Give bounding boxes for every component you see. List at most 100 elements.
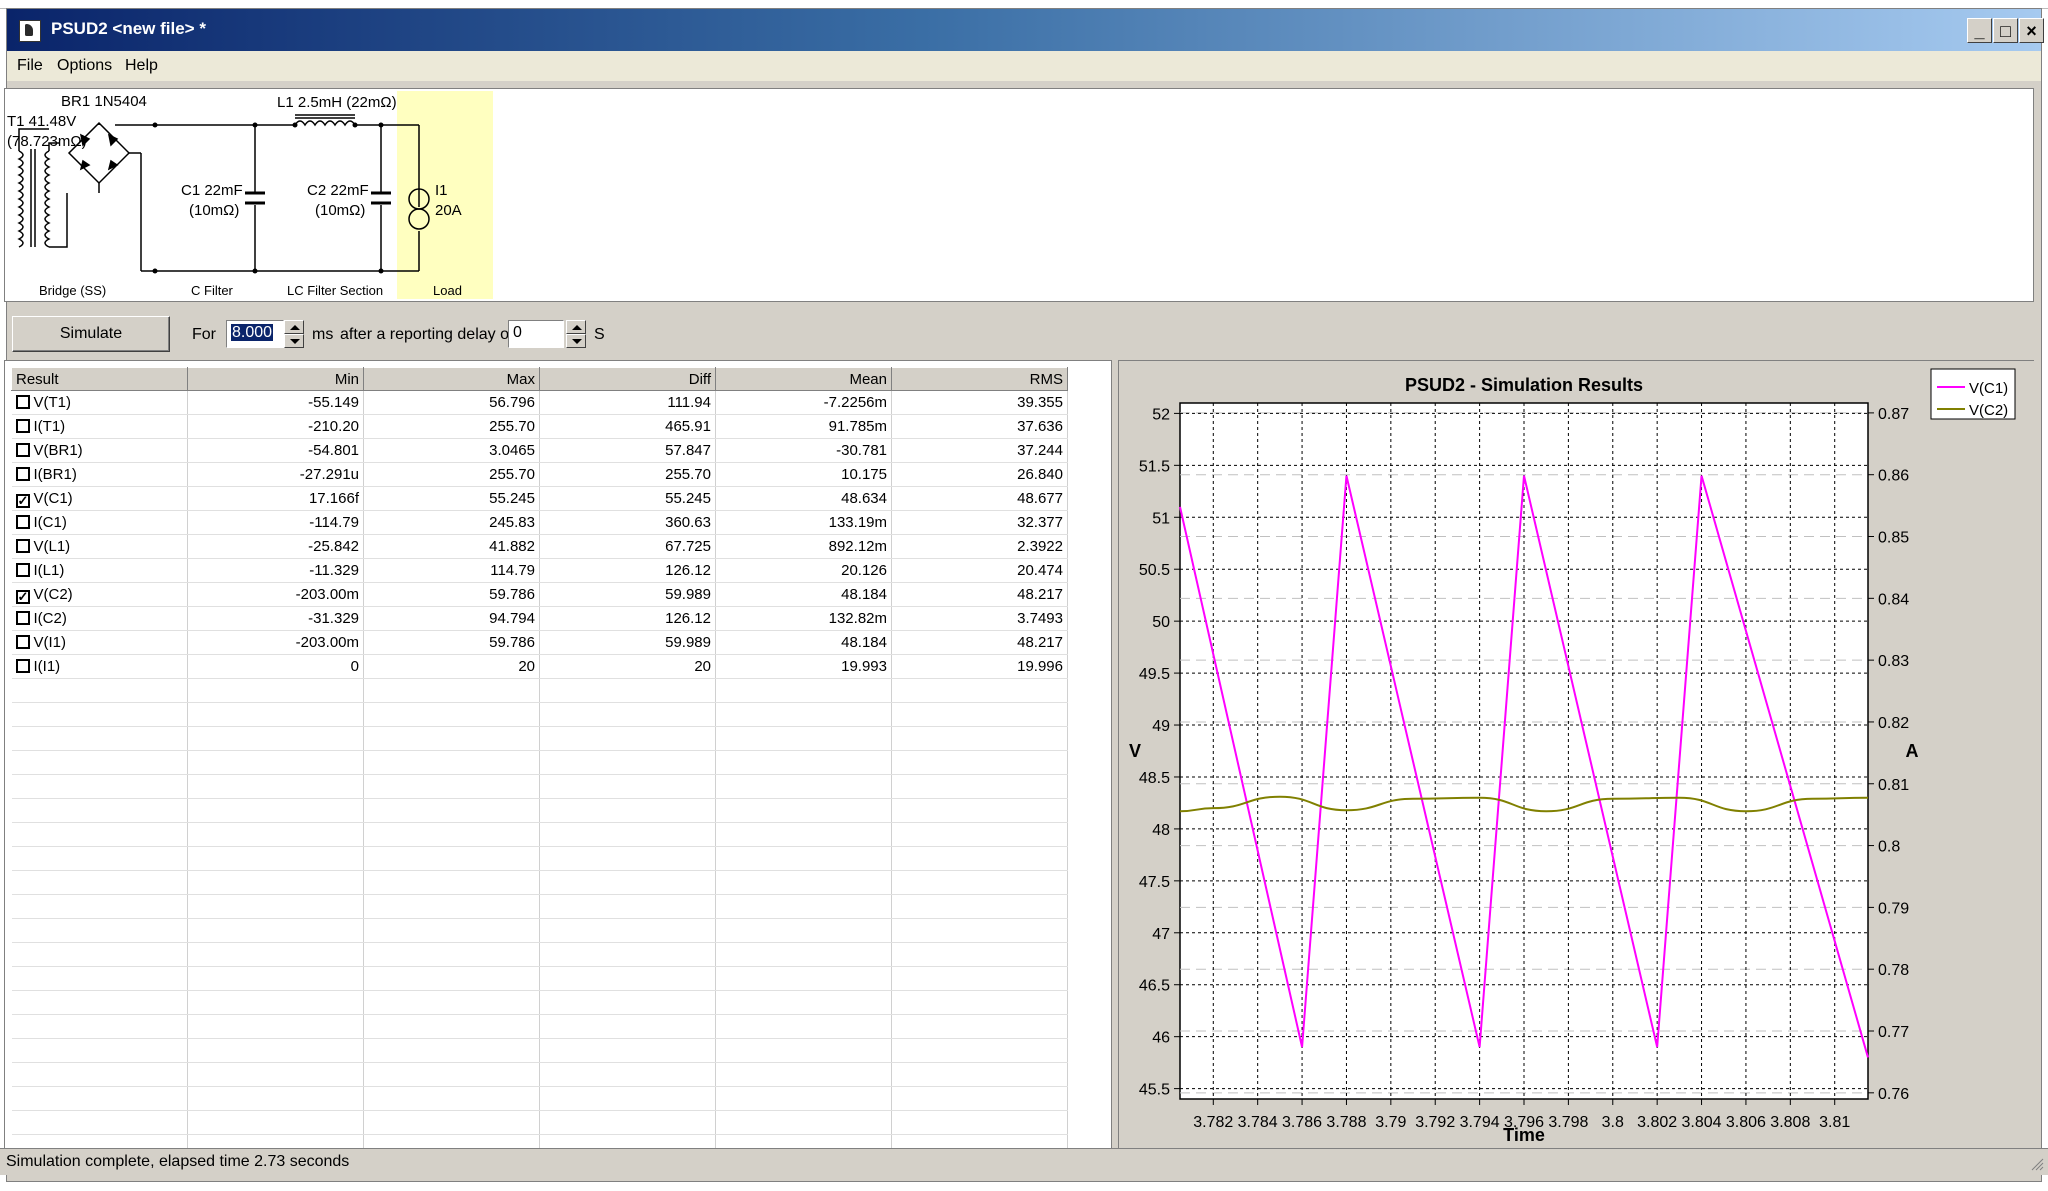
duration-up-icon[interactable] — [284, 320, 304, 334]
y-axis-label: V — [1129, 741, 1141, 761]
result-name: V(C1) — [33, 489, 73, 507]
delay-up-icon[interactable] — [566, 320, 586, 334]
empty-cell — [891, 966, 1068, 991]
maximize-button[interactable]: □ — [1993, 18, 2018, 43]
x-tick-label: 3.788 — [1326, 1114, 1366, 1131]
empty-cell — [363, 942, 540, 967]
empty-row — [11, 678, 1068, 703]
column-header-mean[interactable]: Mean — [715, 367, 892, 391]
result-name-cell: I(I1) — [11, 654, 188, 679]
result-mean-cell: 19.993 — [715, 654, 892, 679]
result-checkbox[interactable]: ✓ — [15, 589, 30, 604]
bridge-label: BR1 1N5404 — [61, 93, 147, 110]
table-row[interactable]: I(C2) -31.329 94.794 126.12 132.82m 3.7493 — [11, 606, 1068, 631]
table-row[interactable]: I(I1) 0 20 20 19.993 19.996 — [11, 654, 1068, 679]
result-checkbox[interactable] — [15, 395, 30, 409]
empty-cell — [187, 678, 364, 703]
empty-cell — [715, 942, 892, 967]
result-min-cell: -27.291u — [187, 462, 364, 487]
capacitor-c2-symbol[interactable] — [371, 191, 391, 205]
empty-cell — [715, 822, 892, 847]
duration-input[interactable]: 8.000 — [226, 320, 284, 348]
simulate-button[interactable]: Simulate — [12, 316, 170, 352]
column-header-rms[interactable]: RMS — [891, 367, 1068, 391]
empty-cell — [715, 1110, 892, 1135]
empty-cell — [539, 1110, 716, 1135]
column-header-result[interactable]: Result — [11, 367, 188, 391]
menu-file[interactable]: File — [17, 57, 43, 75]
duration-spinner[interactable] — [284, 320, 304, 348]
table-row[interactable]: V(T1) -55.149 56.796 111.94 -7.2256m 39.355 — [11, 390, 1068, 415]
result-checkbox[interactable] — [15, 419, 30, 433]
y-tick-label: 51.5 — [1139, 458, 1170, 475]
empty-cell — [187, 774, 364, 799]
empty-cell — [891, 1062, 1068, 1087]
inductor-symbol[interactable] — [294, 114, 356, 127]
empty-cell — [891, 1110, 1068, 1135]
empty-row — [11, 774, 1068, 799]
empty-cell — [715, 846, 892, 871]
empty-row — [11, 1110, 1068, 1135]
table-row[interactable]: I(L1) -11.329 114.79 126.12 20.126 20.474 — [11, 558, 1068, 583]
table-row[interactable]: ✓ V(C2) -203.00m 59.786 59.989 48.184 48.217 — [11, 582, 1068, 607]
app-icon[interactable] — [19, 20, 41, 42]
column-header-max[interactable]: Max — [363, 367, 540, 391]
empty-cell — [187, 750, 364, 775]
y-tick-label: 49.5 — [1139, 666, 1170, 683]
close-button[interactable]: × — [2019, 18, 2044, 43]
table-row[interactable]: ✓ V(C1) 17.166f 55.245 55.245 48.634 48.677 — [11, 486, 1068, 511]
table-row[interactable]: V(L1) -25.842 41.882 67.725 892.12m 2.3922 — [11, 534, 1068, 559]
empty-cell — [11, 870, 188, 895]
capacitor-c1-symbol[interactable] — [245, 191, 265, 205]
delay-input[interactable]: 0 — [508, 320, 564, 348]
table-row[interactable]: I(BR1) -27.291u 255.70 255.70 10.175 26.840 — [11, 462, 1068, 487]
empty-cell — [363, 678, 540, 703]
empty-row — [11, 798, 1068, 823]
empty-cell — [715, 774, 892, 799]
result-max-cell: 255.70 — [363, 462, 540, 487]
menu-help[interactable]: Help — [125, 57, 158, 75]
result-checkbox[interactable] — [15, 611, 30, 625]
result-name: I(BR1) — [33, 466, 77, 483]
table-row[interactable]: V(BR1) -54.801 3.0465 57.847 -30.781 37.244 — [11, 438, 1068, 463]
empty-cell — [539, 1038, 716, 1063]
column-header-diff[interactable]: Diff — [539, 367, 716, 391]
table-row[interactable]: V(I1) -203.00m 59.786 59.989 48.184 48.217 — [11, 630, 1068, 655]
resize-grip-icon[interactable] — [2030, 1157, 2044, 1171]
result-rms-cell: 48.677 — [891, 486, 1068, 511]
result-rms-cell: 37.636 — [891, 414, 1068, 439]
result-checkbox[interactable] — [15, 443, 30, 457]
empty-cell — [187, 702, 364, 727]
result-name-cell: V(I1) — [11, 630, 188, 655]
result-name: V(L1) — [33, 538, 71, 555]
result-rms-cell: 48.217 — [891, 582, 1068, 607]
result-checkbox[interactable] — [15, 515, 30, 529]
empty-cell — [891, 798, 1068, 823]
empty-cell — [715, 798, 892, 823]
empty-cell — [363, 1038, 540, 1063]
result-diff-cell: 126.12 — [539, 558, 716, 583]
status-text: Simulation complete, elapsed time 2.73 s… — [6, 1153, 350, 1170]
result-min-cell: -31.329 — [187, 606, 364, 631]
empty-cell — [891, 822, 1068, 847]
result-name-cell: V(BR1) — [11, 438, 188, 463]
delay-spinner[interactable] — [566, 320, 586, 348]
menu-options[interactable]: Options — [57, 57, 112, 75]
column-header-min[interactable]: Min — [187, 367, 364, 391]
result-checkbox[interactable] — [15, 659, 30, 673]
delay-down-icon[interactable] — [566, 334, 586, 348]
result-checkbox[interactable] — [15, 635, 30, 649]
result-checkbox[interactable] — [15, 539, 30, 553]
minimize-button[interactable]: _ — [1967, 18, 1992, 43]
table-row[interactable]: I(T1) -210.20 255.70 465.91 91.785m 37.636 — [11, 414, 1068, 439]
table-row[interactable]: I(C1) -114.79 245.83 360.63 133.19m 32.377 — [11, 510, 1068, 535]
result-checkbox[interactable] — [15, 563, 30, 577]
empty-cell — [187, 798, 364, 823]
empty-cell — [363, 1062, 540, 1087]
duration-down-icon[interactable] — [284, 334, 304, 348]
delay-unit: S — [594, 326, 605, 343]
result-checkbox[interactable] — [15, 467, 30, 481]
section-cfilter: C Filter — [191, 283, 234, 298]
empty-cell — [187, 726, 364, 751]
result-checkbox[interactable]: ✓ — [15, 493, 30, 508]
